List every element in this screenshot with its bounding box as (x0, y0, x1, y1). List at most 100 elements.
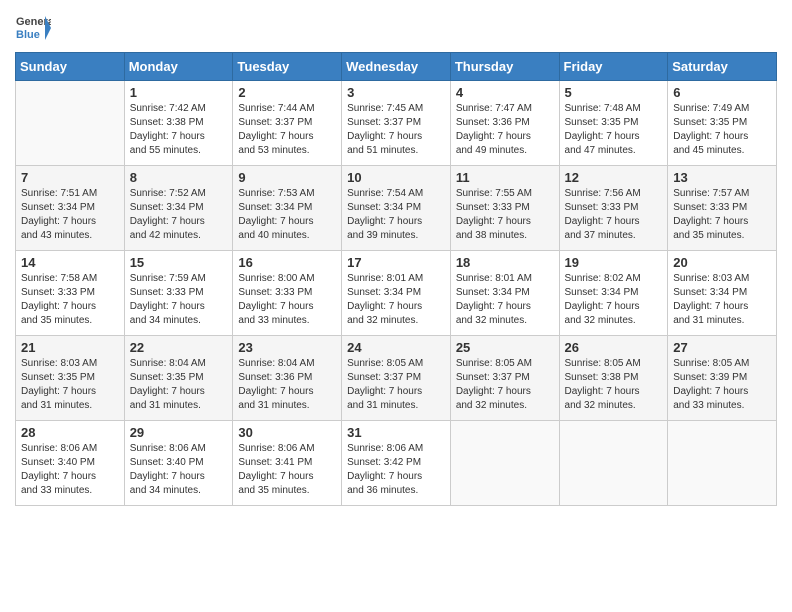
calendar-cell: 14 Sunrise: 7:58 AM Sunset: 3:33 PM Dayli… (16, 251, 125, 336)
calendar-cell: 11Sunrise: 7:55 AM Sunset: 3:33 PM Dayli… (450, 166, 559, 251)
day-number: 25 (456, 340, 554, 355)
day-number: 26 (565, 340, 663, 355)
day-number: 12 (565, 170, 663, 185)
day-number: 28 (21, 425, 119, 440)
day-number: 2 (238, 85, 336, 100)
day-info: Sunrise: 8:01 AM Sunset: 3:34 PM Dayligh… (347, 272, 445, 328)
calendar-week-4: 21Sunrise: 8:03 AM Sunset: 3:35 PM Dayli… (16, 336, 777, 421)
day-info: Sunrise: 8:06 AM Sunset: 3:41 PM Dayligh… (238, 442, 336, 498)
calendar-week-5: 28 Sunrise: 8:06 AM Sunset: 3:40 PM Dayli… (16, 421, 777, 506)
weekday-header-wednesday: Wednesday (342, 53, 451, 81)
day-info: Sunrise: 7:51 AM Sunset: 3:34 PM Dayligh… (21, 187, 119, 243)
calendar-cell: 4 Sunrise: 7:47 AM Sunset: 3:36 PM Daylig… (450, 81, 559, 166)
day-number: 31 (347, 425, 445, 440)
day-info: Sunrise: 7:53 AM Sunset: 3:34 PM Dayligh… (238, 187, 336, 243)
day-number: 6 (673, 85, 771, 100)
day-info: Sunrise: 7:42 AM Sunset: 3:38 PM Dayligh… (130, 102, 228, 158)
calendar-cell: 1 Sunrise: 7:42 AM Sunset: 3:38 PM Daylig… (124, 81, 233, 166)
calendar-cell: 2 Sunrise: 7:44 AM Sunset: 3:37 PM Daylig… (233, 81, 342, 166)
day-info: Sunrise: 8:01 AM Sunset: 3:34 PM Dayligh… (456, 272, 554, 328)
calendar-cell (668, 421, 777, 506)
day-info: Sunrise: 8:06 AM Sunset: 3:40 PM Dayligh… (130, 442, 228, 498)
calendar-cell: 8 Sunrise: 7:52 AM Sunset: 3:34 PM Daylig… (124, 166, 233, 251)
day-number: 29 (130, 425, 228, 440)
weekday-header-saturday: Saturday (668, 53, 777, 81)
day-info: Sunrise: 8:05 AM Sunset: 3:37 PM Dayligh… (456, 357, 554, 413)
calendar-cell: 20Sunrise: 8:03 AM Sunset: 3:34 PM Dayli… (668, 251, 777, 336)
day-info: Sunrise: 8:00 AM Sunset: 3:33 PM Dayligh… (238, 272, 336, 328)
weekday-header-thursday: Thursday (450, 53, 559, 81)
calendar-cell: 10 Sunrise: 7:54 AM Sunset: 3:34 PM Dayli… (342, 166, 451, 251)
day-number: 27 (673, 340, 771, 355)
day-info: Sunrise: 8:06 AM Sunset: 3:42 PM Dayligh… (347, 442, 445, 498)
day-number: 22 (130, 340, 228, 355)
day-info: Sunrise: 8:02 AM Sunset: 3:34 PM Dayligh… (565, 272, 663, 328)
calendar-cell: 19 Sunrise: 8:02 AM Sunset: 3:34 PM Dayli… (559, 251, 668, 336)
logo-svg: General Blue (15, 10, 51, 46)
day-number: 23 (238, 340, 336, 355)
day-number: 18 (456, 255, 554, 270)
day-info: Sunrise: 7:49 AM Sunset: 3:35 PM Dayligh… (673, 102, 771, 158)
svg-text:Blue: Blue (16, 29, 40, 41)
day-number: 3 (347, 85, 445, 100)
day-info: Sunrise: 7:57 AM Sunset: 3:33 PM Dayligh… (673, 187, 771, 243)
calendar-cell: 9 Sunrise: 7:53 AM Sunset: 3:34 PM Daylig… (233, 166, 342, 251)
day-info: Sunrise: 7:55 AM Sunset: 3:33 PM Dayligh… (456, 187, 554, 243)
calendar-week-1: 1 Sunrise: 7:42 AM Sunset: 3:38 PM Daylig… (16, 81, 777, 166)
day-info: Sunrise: 7:54 AM Sunset: 3:34 PM Dayligh… (347, 187, 445, 243)
calendar-cell: 29 Sunrise: 8:06 AM Sunset: 3:40 PM Dayli… (124, 421, 233, 506)
calendar-cell: 12Sunrise: 7:56 AM Sunset: 3:33 PM Dayli… (559, 166, 668, 251)
day-info: Sunrise: 7:48 AM Sunset: 3:35 PM Dayligh… (565, 102, 663, 158)
calendar-cell: 15Sunrise: 7:59 AM Sunset: 3:33 PM Dayli… (124, 251, 233, 336)
calendar-cell: 23 Sunrise: 8:04 AM Sunset: 3:36 PM Dayli… (233, 336, 342, 421)
day-info: Sunrise: 7:44 AM Sunset: 3:37 PM Dayligh… (238, 102, 336, 158)
calendar-cell: 13 Sunrise: 7:57 AM Sunset: 3:33 PM Dayli… (668, 166, 777, 251)
day-info: Sunrise: 8:04 AM Sunset: 3:36 PM Dayligh… (238, 357, 336, 413)
page-header: General Blue (15, 10, 777, 46)
calendar-cell: 18 Sunrise: 8:01 AM Sunset: 3:34 PM Dayli… (450, 251, 559, 336)
day-info: Sunrise: 8:05 AM Sunset: 3:37 PM Dayligh… (347, 357, 445, 413)
day-info: Sunrise: 8:03 AM Sunset: 3:35 PM Dayligh… (21, 357, 119, 413)
day-info: Sunrise: 8:05 AM Sunset: 3:39 PM Dayligh… (673, 357, 771, 413)
day-number: 4 (456, 85, 554, 100)
calendar-cell: 25 Sunrise: 8:05 AM Sunset: 3:37 PM Dayli… (450, 336, 559, 421)
calendar-cell: 7 Sunrise: 7:51 AM Sunset: 3:34 PM Daylig… (16, 166, 125, 251)
day-number: 5 (565, 85, 663, 100)
day-info: Sunrise: 8:05 AM Sunset: 3:38 PM Dayligh… (565, 357, 663, 413)
calendar-cell: 26 Sunrise: 8:05 AM Sunset: 3:38 PM Dayli… (559, 336, 668, 421)
day-number: 8 (130, 170, 228, 185)
calendar-cell: 21Sunrise: 8:03 AM Sunset: 3:35 PM Dayli… (16, 336, 125, 421)
day-number: 15 (130, 255, 228, 270)
weekday-header-friday: Friday (559, 53, 668, 81)
calendar-cell: 3 Sunrise: 7:45 AM Sunset: 3:37 PM Daylig… (342, 81, 451, 166)
weekday-header-monday: Monday (124, 53, 233, 81)
day-info: Sunrise: 7:45 AM Sunset: 3:37 PM Dayligh… (347, 102, 445, 158)
day-number: 19 (565, 255, 663, 270)
day-info: Sunrise: 7:58 AM Sunset: 3:33 PM Dayligh… (21, 272, 119, 328)
calendar-cell: 30Sunrise: 8:06 AM Sunset: 3:41 PM Dayli… (233, 421, 342, 506)
calendar-cell: 6 Sunrise: 7:49 AM Sunset: 3:35 PM Daylig… (668, 81, 777, 166)
day-number: 20 (673, 255, 771, 270)
calendar-cell: 28 Sunrise: 8:06 AM Sunset: 3:40 PM Dayli… (16, 421, 125, 506)
calendar-cell: 17Sunrise: 8:01 AM Sunset: 3:34 PM Dayli… (342, 251, 451, 336)
day-number: 14 (21, 255, 119, 270)
day-info: Sunrise: 8:06 AM Sunset: 3:40 PM Dayligh… (21, 442, 119, 498)
weekday-header-tuesday: Tuesday (233, 53, 342, 81)
calendar-header-row: SundayMondayTuesdayWednesdayThursdayFrid… (16, 53, 777, 81)
day-number: 7 (21, 170, 119, 185)
calendar-cell: 16 Sunrise: 8:00 AM Sunset: 3:33 PM Dayli… (233, 251, 342, 336)
calendar-week-3: 14 Sunrise: 7:58 AM Sunset: 3:33 PM Dayli… (16, 251, 777, 336)
day-info: Sunrise: 8:04 AM Sunset: 3:35 PM Dayligh… (130, 357, 228, 413)
calendar-cell (559, 421, 668, 506)
calendar-cell: 22 Sunrise: 8:04 AM Sunset: 3:35 PM Dayli… (124, 336, 233, 421)
day-number: 10 (347, 170, 445, 185)
day-info: Sunrise: 7:52 AM Sunset: 3:34 PM Dayligh… (130, 187, 228, 243)
day-info: Sunrise: 7:47 AM Sunset: 3:36 PM Dayligh… (456, 102, 554, 158)
day-number: 9 (238, 170, 336, 185)
day-number: 13 (673, 170, 771, 185)
calendar-cell: 31 Sunrise: 8:06 AM Sunset: 3:42 PM Dayli… (342, 421, 451, 506)
day-number: 1 (130, 85, 228, 100)
calendar-cell (16, 81, 125, 166)
calendar-table: SundayMondayTuesdayWednesdayThursdayFrid… (15, 52, 777, 506)
day-number: 16 (238, 255, 336, 270)
